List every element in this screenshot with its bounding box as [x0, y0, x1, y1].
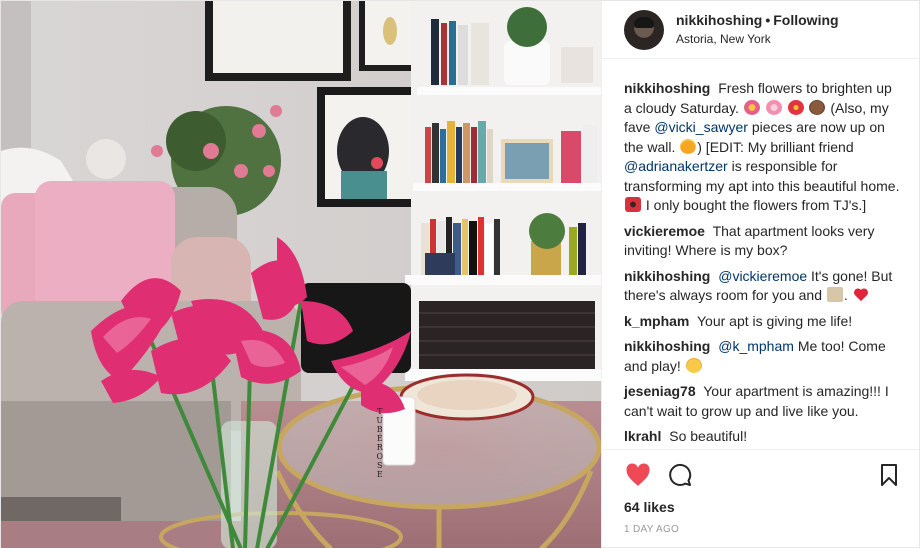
comment-mention[interactable]: @vickieremoe	[718, 268, 807, 284]
comment-bubble-icon[interactable]	[666, 461, 694, 489]
mention-vicki-sawyer[interactable]: @vicki_sawyer	[654, 119, 748, 135]
caption: nikkihoshing Fresh flowers to brighten u…	[624, 79, 903, 216]
post-location[interactable]: Astoria, New York	[676, 31, 839, 47]
heart-icon[interactable]	[624, 461, 652, 489]
profile-avatar-icon[interactable]	[624, 9, 664, 50]
caption-text-4: ) [EDIT: My brilliant friend	[697, 138, 854, 155]
hugging-face-emoji-icon	[685, 357, 702, 373]
comment-item: jeseniag78 Your apartment is amazing!!! …	[624, 382, 903, 421]
cherry-blossom-emoji-icon	[765, 99, 782, 115]
candle-label: TUBÉROSE	[376, 407, 384, 479]
comment-username[interactable]: nikkihoshing	[624, 268, 710, 284]
raising-hands-emoji-icon	[809, 99, 826, 115]
comment-item: k_mpham Your apt is giving me life!	[624, 312, 903, 332]
comment-item: nikkihoshing @vickieremoe It's gone! But…	[624, 267, 903, 306]
comment-username[interactable]: lkrahl	[624, 428, 661, 444]
action-icons-row	[624, 460, 903, 490]
smiling-face-emoji-icon	[680, 138, 697, 154]
bouquet-emoji-icon	[743, 99, 760, 115]
comment-item: nikkihoshing @k_mpham Me too! Come and p…	[624, 337, 903, 376]
caption-text-6: I only bought the flowers from TJ's.]	[645, 197, 867, 213]
post-actions: 64 likes 1 DAY AGO	[602, 449, 919, 547]
living-room-photo	[1, 1, 601, 548]
caption-username[interactable]: nikkihoshing	[624, 80, 710, 96]
comment-text: Your apt is giving me life!	[697, 312, 853, 329]
package-emoji-icon	[826, 287, 843, 302]
comment-item: vickieremoe That apartment looks very in…	[624, 222, 903, 261]
post-timestamp[interactable]: 1 DAY AGO	[624, 524, 903, 535]
dancer-emoji-icon	[625, 197, 641, 212]
comment-text: So beautiful!	[669, 428, 748, 444]
comment-username[interactable]: vickieremoe	[624, 223, 705, 239]
author-username[interactable]: nikkihoshing	[676, 12, 762, 28]
comment-item: lkrahl So beautiful!	[624, 427, 903, 447]
comment-username[interactable]: k_mpham	[624, 313, 689, 329]
comment-username[interactable]: nikkihoshing	[624, 338, 710, 354]
header-line: nikkihoshing • Following	[676, 12, 839, 29]
post-side-panel: nikkihoshing • Following Astoria, New York…	[601, 1, 919, 547]
comments-list: nikkihoshing Fresh flowers to brighten u…	[602, 59, 919, 449]
instagram-post: TUBÉROSE nikkihoshing • Following Astoria,…	[0, 0, 920, 548]
post-photo[interactable]: TUBÉROSE	[1, 1, 601, 548]
header-separator: •	[765, 12, 771, 28]
comment-username[interactable]: jeseniag78	[624, 383, 696, 399]
mention-adrianakertzer[interactable]: @adrianakertzer	[624, 158, 728, 174]
bookmark-icon[interactable]	[875, 461, 903, 489]
hibiscus-emoji-icon	[787, 99, 804, 115]
red-heart-emoji-icon	[853, 287, 869, 302]
comment-period: .	[843, 287, 848, 303]
likes-count[interactable]: 64 likes	[624, 498, 903, 516]
post-header: nikkihoshing • Following Astoria, New York	[602, 1, 919, 59]
following-button[interactable]: Following	[773, 12, 838, 28]
comment-mention[interactable]: @k_mpham	[718, 338, 794, 354]
header-text: nikkihoshing • Following Astoria, New York	[676, 12, 839, 47]
